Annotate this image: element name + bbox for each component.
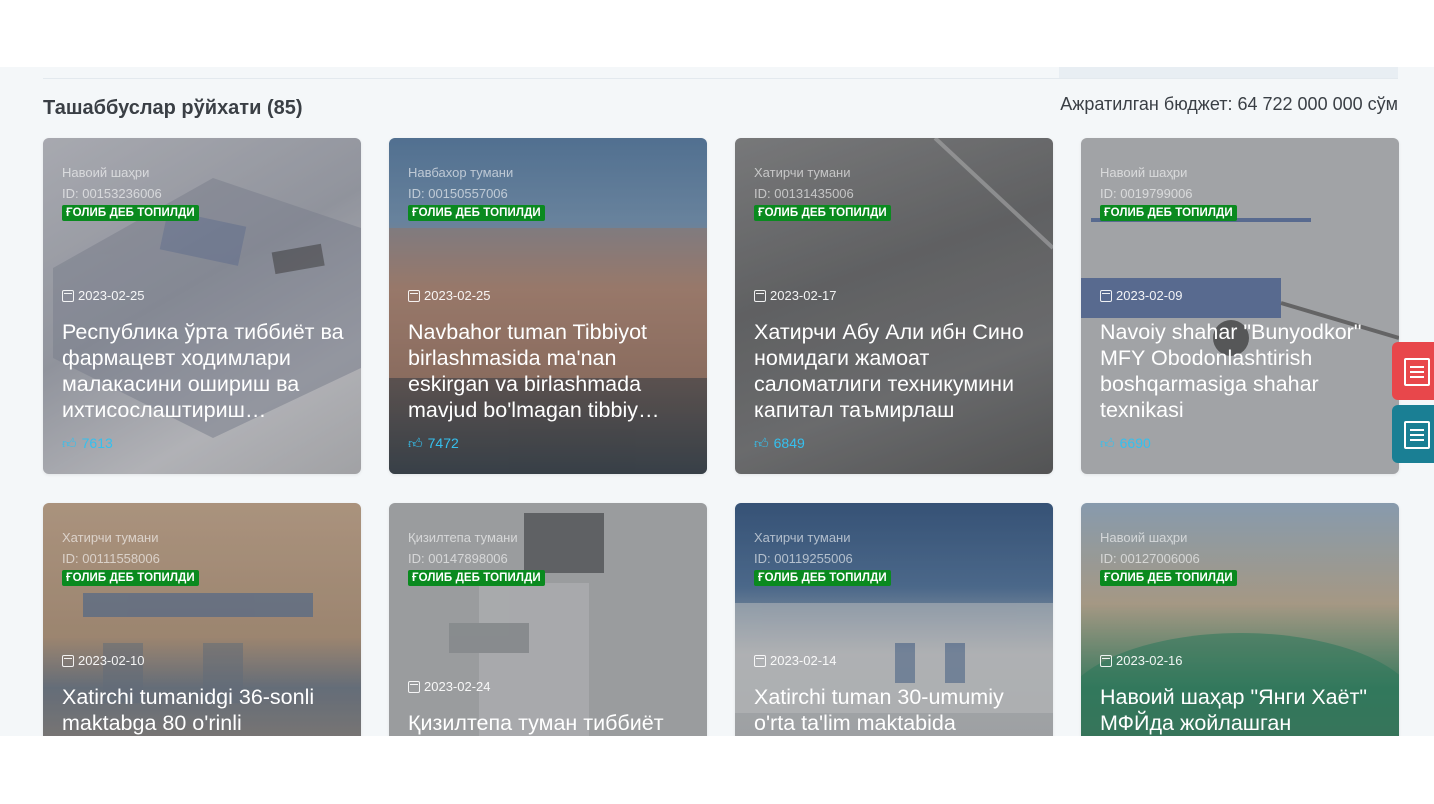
card-id: ID: 00131435006 (754, 186, 854, 201)
card-title[interactable]: Қизилтепа туман тиббиёт (408, 710, 693, 736)
date-text: 2023-02-09 (1116, 288, 1183, 303)
divider (43, 78, 1398, 79)
votes-count: 6690 (1119, 435, 1151, 451)
card-date: 2023-02-17 (754, 288, 837, 303)
card-id: ID: 00127006006 (1100, 551, 1200, 566)
date-text: 2023-02-25 (78, 288, 145, 303)
card-id: ID: 00150557006 (408, 186, 508, 201)
card-district: Навоий шаҳри (62, 165, 150, 180)
help-screen-button[interactable] (1392, 405, 1434, 463)
date-text: 2023-02-16 (1116, 653, 1183, 668)
card-title[interactable]: Навоий шаҳар "Янги Хаёт" МФЙда жойлашган (1100, 684, 1385, 736)
card-date: 2023-02-25 (62, 288, 145, 303)
calendar-icon (62, 654, 74, 667)
card-district: Хатирчи тумани (62, 530, 159, 545)
card-votes: 👍︎ 7472 (408, 435, 459, 451)
budget-total: Ажратилган бюджет: 64 722 000 000 сўм (1060, 94, 1398, 114)
calendar-icon (62, 289, 74, 302)
card-title[interactable]: Navoiy shahar "Bunyodkor" MFY Obodonlash… (1100, 319, 1385, 423)
calendar-icon (754, 289, 766, 302)
tab-strip-placeholder (1059, 67, 1398, 78)
main-content: Ташаббуслар рўйхати (85) Ажратилган бюдж… (0, 67, 1434, 736)
status-badge: ҒОЛИБ ДЕБ ТОПИЛДИ (754, 205, 891, 221)
card-title[interactable]: Xatirchi tumanidgi 36-sonli maktabga 80 … (62, 684, 347, 736)
card-district: Қизилтепа тумани (408, 530, 518, 545)
card-id: ID: 00147898006 (408, 551, 508, 566)
card-id: ID: 00111558006 (62, 551, 160, 566)
date-text: 2023-02-24 (424, 679, 491, 694)
calendar-icon (1100, 654, 1112, 667)
card-date: 2023-02-25 (408, 288, 491, 303)
status-badge: ҒОЛИБ ДЕБ ТОПИЛДИ (62, 205, 199, 221)
date-text: 2023-02-25 (424, 288, 491, 303)
card-id: ID: 00153236006 (62, 186, 162, 201)
card-votes: 👍︎ 6690 (1100, 435, 1151, 451)
card-date: 2023-02-14 (754, 653, 837, 668)
votes-count: 7472 (427, 435, 459, 451)
card-id: ID: 00119255006 (754, 551, 853, 566)
votes-count: 7613 (81, 435, 113, 451)
list-title: Ташаббуслар рўйхати (85) (43, 97, 303, 119)
date-text: 2023-02-14 (770, 653, 837, 668)
status-badge: ҒОЛИБ ДЕБ ТОПИЛДИ (408, 570, 545, 586)
initiative-card[interactable]: Хатирчи тумани ID: 00131435006 ҒОЛИБ ДЕБ… (735, 138, 1053, 474)
card-district: Хатирчи тумани (754, 530, 851, 545)
card-votes: 👍︎ 6849 (754, 435, 805, 451)
calendar-icon (754, 654, 766, 667)
card-date: 2023-02-24 (408, 679, 491, 694)
calendar-icon (1100, 289, 1112, 302)
card-votes: 👍︎ 7613 (62, 435, 113, 451)
thumbs-up-icon: 👍︎ (1100, 435, 1115, 451)
card-date: 2023-02-10 (62, 653, 145, 668)
initiative-card[interactable]: Навоий шаҳри ID: 0019799006 ҒОЛИБ ДЕБ ТО… (1081, 138, 1399, 474)
status-badge: ҒОЛИБ ДЕБ ТОПИЛДИ (1100, 205, 1237, 221)
card-id: ID: 0019799006 (1100, 186, 1193, 201)
card-title[interactable]: Хатирчи Абу Али ибн Сино номидаги жамоат… (754, 319, 1039, 423)
card-title[interactable]: Xatirchi tuman 30-umumiy o'rta ta'lim ma… (754, 684, 1039, 736)
initiative-card[interactable]: Навбахор тумани ID: 00150557006 ҒОЛИБ ДЕ… (389, 138, 707, 474)
thumbs-up-icon: 👍︎ (408, 435, 423, 451)
card-title[interactable]: Navbahor tuman Tibbiyot birlashmasida ma… (408, 319, 693, 423)
card-title[interactable]: Республика ўрта тиббиёт ва фармацевт ход… (62, 319, 347, 423)
card-district: Навоий шаҳри (1100, 165, 1188, 180)
application-form-icon (1404, 358, 1430, 386)
application-form-button[interactable] (1392, 342, 1434, 400)
help-screen-icon (1404, 421, 1430, 449)
thumbs-up-icon: 👍︎ (62, 435, 77, 451)
date-text: 2023-02-17 (770, 288, 837, 303)
initiative-card[interactable]: Хатирчи тумани ID: 00119255006 ҒОЛИБ ДЕБ… (735, 503, 1053, 736)
initiative-card[interactable]: Навоий шаҳри ID: 00153236006 ҒОЛИБ ДЕБ Т… (43, 138, 361, 474)
card-district: Навоий шаҳри (1100, 530, 1188, 545)
calendar-icon (408, 680, 420, 693)
status-badge: ҒОЛИБ ДЕБ ТОПИЛДИ (408, 205, 545, 221)
initiative-card[interactable]: Хатирчи тумани ID: 00111558006 ҒОЛИБ ДЕБ… (43, 503, 361, 736)
votes-count: 6849 (773, 435, 805, 451)
card-date: 2023-02-09 (1100, 288, 1183, 303)
card-district: Навбахор тумани (408, 165, 514, 180)
status-badge: ҒОЛИБ ДЕБ ТОПИЛДИ (1100, 570, 1237, 586)
date-text: 2023-02-10 (78, 653, 145, 668)
initiative-card[interactable]: Қизилтепа тумани ID: 00147898006 ҒОЛИБ Д… (389, 503, 707, 736)
card-date: 2023-02-16 (1100, 653, 1183, 668)
calendar-icon (408, 289, 420, 302)
thumbs-up-icon: 👍︎ (754, 435, 769, 451)
initiative-card[interactable]: Навоий шаҳри ID: 00127006006 ҒОЛИБ ДЕБ Т… (1081, 503, 1399, 736)
status-badge: ҒОЛИБ ДЕБ ТОПИЛДИ (62, 570, 199, 586)
card-district: Хатирчи тумани (754, 165, 851, 180)
status-badge: ҒОЛИБ ДЕБ ТОПИЛДИ (754, 570, 891, 586)
